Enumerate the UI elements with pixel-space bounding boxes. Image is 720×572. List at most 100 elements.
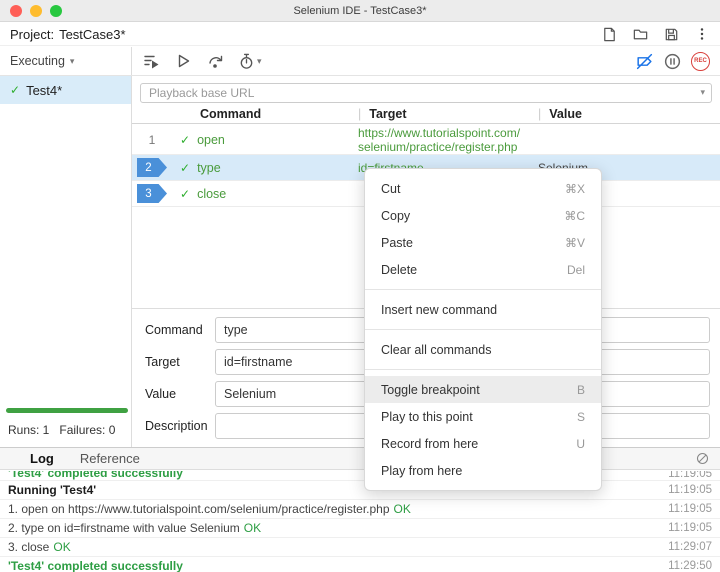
- breakpoint-marker: 2: [137, 158, 167, 177]
- breakpoint-marker: 3: [137, 184, 167, 203]
- project-label: Project:: [10, 27, 54, 42]
- target-cell: https://www.tutorialspoint.com/selenium/…: [358, 126, 538, 154]
- menu-shortcut: ⌘C: [564, 209, 585, 223]
- open-project-button[interactable]: [632, 26, 649, 43]
- run-progress-bar: [6, 408, 128, 413]
- column-header-value[interactable]: | Value: [538, 107, 720, 121]
- command-cell: type: [197, 161, 221, 175]
- command-table-header: Command | Target | Value: [132, 104, 720, 124]
- row-number-breakpoint[interactable]: 2: [132, 158, 172, 177]
- menu-shortcut: S: [577, 410, 585, 424]
- chevron-down-icon: ▾: [257, 56, 262, 67]
- toolbar-divider: [0, 75, 720, 76]
- menu-item-insert-new-command[interactable]: Insert new command: [365, 296, 601, 323]
- menu-item-paste[interactable]: Paste ⌘V: [365, 229, 601, 256]
- run-all-tests-button[interactable]: [142, 52, 160, 70]
- log-timestamp: 11:19:05: [668, 484, 712, 496]
- playback-url-wrap: ▾: [140, 83, 712, 103]
- kebab-menu-icon: [694, 26, 710, 42]
- target-field-label: Target: [145, 355, 215, 369]
- command-cell: close: [197, 187, 226, 201]
- log-timestamp: 11:19:05: [668, 503, 712, 515]
- menu-shortcut: B: [577, 383, 585, 397]
- selenium-ide-window: Selenium IDE - TestCase3* Project: TestC…: [0, 0, 720, 572]
- sidebar-item-test4[interactable]: ✓ Test4*: [0, 76, 131, 104]
- zoom-window-button[interactable]: [50, 5, 62, 17]
- step-over-button[interactable]: [206, 52, 224, 70]
- menu-item-copy[interactable]: Copy ⌘C: [365, 202, 601, 229]
- window-title: Selenium IDE - TestCase3*: [293, 5, 426, 17]
- menu-shortcut: Del: [567, 263, 585, 277]
- log-entry: 3. close OK 11:29:07: [0, 538, 720, 557]
- tab-log[interactable]: Log: [30, 451, 54, 466]
- failures-count: Failures: 0: [59, 423, 115, 437]
- column-separator: |: [358, 107, 361, 121]
- log-timestamp: 11:29:07: [668, 541, 712, 553]
- menu-divider: [365, 289, 601, 290]
- runs-count: Runs: 1: [8, 423, 49, 437]
- menu-item-record-from-here[interactable]: Record from here U: [365, 430, 601, 457]
- stopwatch-icon: [238, 53, 255, 70]
- project-name: TestCase3*: [59, 27, 125, 42]
- log-panel-header: Log Reference: [0, 448, 720, 470]
- menu-divider: [365, 369, 601, 370]
- command-field-label: Command: [145, 323, 215, 337]
- test-speed-control[interactable]: ▾: [238, 53, 262, 70]
- log-timestamp: 11:19:05: [668, 522, 712, 534]
- column-header-command[interactable]: Command: [172, 107, 358, 121]
- menu-item-play-to-this-point[interactable]: Play to this point S: [365, 403, 601, 430]
- minimize-window-button[interactable]: [30, 5, 42, 17]
- menu-item-cut[interactable]: Cut ⌘X: [365, 175, 601, 202]
- menu-shortcut: ⌘X: [565, 182, 585, 196]
- command-passed-check-icon: ✓: [180, 161, 190, 175]
- column-header-target[interactable]: | Target: [358, 107, 538, 121]
- log-entry: 2. type on id=firstname with value Selen…: [0, 519, 720, 538]
- menu-shortcut: U: [576, 437, 585, 451]
- window-controls: [10, 5, 62, 17]
- test-passed-check-icon: ✓: [10, 83, 20, 97]
- log-entry: 'Test4' completed successfully 11:29:50: [0, 557, 720, 572]
- disable-breakpoints-button[interactable]: [635, 52, 654, 71]
- test-list-dropdown-label: Executing: [10, 54, 65, 68]
- test-list-dropdown[interactable]: Executing ▾: [0, 47, 131, 75]
- clear-log-button[interactable]: [695, 451, 710, 466]
- log-entry: 1. open on https://www.tutorialspoint.co…: [0, 500, 720, 519]
- table-row[interactable]: 1 ✓ open https://www.tutorialspoint.com/…: [132, 125, 720, 155]
- more-options-button[interactable]: [694, 26, 710, 42]
- row-number[interactable]: 1: [132, 133, 172, 147]
- titlebar: Selenium IDE - TestCase3*: [0, 0, 720, 22]
- log-panel: Log Reference 'Test4' completed successf…: [0, 447, 720, 572]
- folder-icon: [632, 26, 649, 43]
- command-passed-check-icon: ✓: [180, 187, 190, 201]
- value-field-label: Value: [145, 387, 215, 401]
- log-entry: 'Test4' completed successfully 11:19:05: [0, 471, 720, 481]
- tab-reference[interactable]: Reference: [80, 451, 140, 466]
- playback-toolbar: ▾ REC: [132, 47, 720, 75]
- save-icon: [663, 26, 680, 43]
- log-entries: 'Test4' completed successfully 11:19:05 …: [0, 471, 720, 572]
- play-icon: [174, 52, 192, 70]
- pause-on-exceptions-button[interactable]: [663, 52, 682, 71]
- new-project-button[interactable]: [601, 26, 618, 43]
- playback-base-url-input[interactable]: [140, 83, 712, 103]
- column-separator: |: [538, 107, 541, 121]
- clear-log-icon: [695, 451, 710, 466]
- menu-item-play-from-here[interactable]: Play from here: [365, 457, 601, 484]
- test-name: Test4*: [26, 83, 62, 98]
- record-button[interactable]: REC: [691, 52, 710, 71]
- project-bar: Project: TestCase3*: [0, 23, 720, 46]
- log-timestamp: 11:19:05: [668, 471, 712, 480]
- run-all-icon: [142, 52, 160, 70]
- run-current-test-button[interactable]: [174, 52, 192, 70]
- close-window-button[interactable]: [10, 5, 22, 17]
- menu-item-clear-all-commands[interactable]: Clear all commands: [365, 336, 601, 363]
- log-timestamp: 11:29:50: [668, 560, 712, 572]
- menu-item-delete[interactable]: Delete Del: [365, 256, 601, 283]
- pause-on-exceptions-icon: [663, 52, 682, 71]
- save-project-button[interactable]: [663, 26, 680, 43]
- command-passed-check-icon: ✓: [180, 133, 190, 147]
- row-number-breakpoint[interactable]: 3: [132, 184, 172, 203]
- menu-item-toggle-breakpoint[interactable]: Toggle breakpoint B: [365, 376, 601, 403]
- context-menu: Cut ⌘X Copy ⌘C Paste ⌘V Delete Del Inser…: [364, 168, 602, 491]
- run-stats: Runs: 1 Failures: 0: [8, 423, 115, 437]
